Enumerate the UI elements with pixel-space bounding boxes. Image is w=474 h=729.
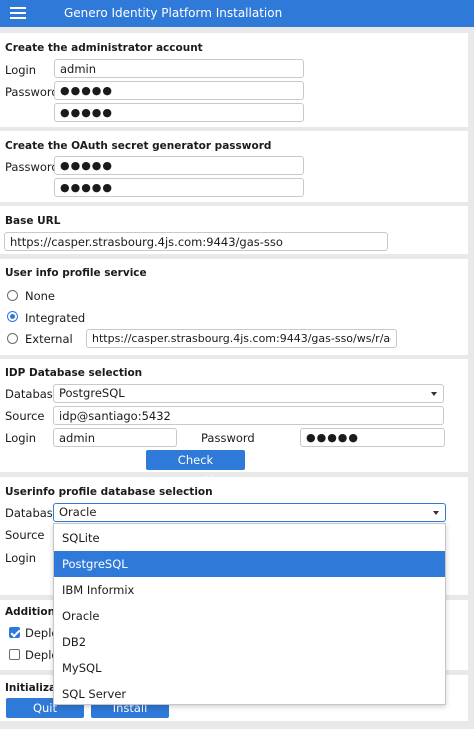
dropdown-option-mysql[interactable]: MySQL (54, 655, 445, 681)
base-url-input[interactable] (4, 232, 388, 251)
dropdown-option-informix[interactable]: IBM Informix (54, 577, 445, 603)
radio-integrated-label: Integrated (25, 311, 86, 325)
idp-source-input[interactable] (53, 406, 444, 425)
oauth-section: Create the OAuth secret generator passwo… (0, 131, 468, 202)
dropdown-option-sqlserver[interactable]: SQL Server (54, 681, 445, 704)
menu-icon[interactable] (10, 7, 26, 20)
user-info-title: User info profile service (5, 267, 147, 279)
oauth-section-title: Create the OAuth secret generator passwo… (5, 140, 272, 152)
dropdown-option-sqlite[interactable]: SQLite (54, 525, 445, 551)
userinfo-database-value: Oracle (59, 505, 97, 519)
admin-login-input[interactable] (54, 59, 304, 78)
admin-login-label: Login (5, 63, 37, 77)
database-dropdown-list: SQLite PostgreSQL IBM Informix Oracle DB… (53, 523, 446, 705)
oauth-password-input[interactable]: ●●●●● (54, 156, 304, 175)
base-url-title: Base URL (5, 215, 61, 227)
idp-password-input[interactable]: ●●●●● (300, 428, 445, 447)
admin-password-confirm-input[interactable]: ●●●●● (54, 103, 304, 122)
admin-password-input[interactable]: ●●●●● (54, 81, 304, 100)
idp-database-select[interactable]: PostgreSQL (53, 384, 444, 403)
dropdown-option-oracle[interactable]: Oracle (54, 603, 445, 629)
admin-password-label: Password (5, 85, 59, 99)
radio-external-label: External (25, 332, 73, 346)
dropdown-option-db2[interactable]: DB2 (54, 629, 445, 655)
radio-external[interactable] (7, 333, 18, 344)
app-title: Genero Identity Platform Installation (64, 6, 283, 20)
userinfo-database-label: Database (5, 506, 60, 520)
idp-database-value: PostgreSQL (59, 386, 125, 400)
userinfo-database-select[interactable]: Oracle (53, 503, 446, 522)
admin-section: Create the administrator account Login P… (0, 33, 468, 127)
idp-db-section: IDP Database selection Database PostgreS… (0, 359, 468, 487)
oauth-password-confirm-input[interactable]: ●●●●● (54, 178, 304, 197)
external-url-input[interactable] (86, 329, 397, 348)
deploy-checkbox-1[interactable] (9, 627, 20, 638)
radio-none-label: None (25, 289, 56, 303)
dropdown-option-postgresql[interactable]: PostgreSQL (54, 551, 445, 577)
idp-login-input[interactable] (53, 428, 177, 447)
check-connection-button[interactable]: Check connection (146, 450, 245, 487)
idp-password-label: Password (201, 431, 255, 445)
userinfo-db-title: Userinfo profile database selection (5, 486, 213, 498)
idp-source-label: Source (5, 409, 45, 423)
oauth-password-label: Password (5, 160, 59, 174)
radio-none[interactable] (7, 290, 18, 301)
chevron-down-icon (433, 511, 439, 515)
userinfo-login-label: Login (5, 551, 37, 565)
idp-database-label: Database (5, 387, 60, 401)
title-bar: Genero Identity Platform Installation (0, 0, 474, 27)
idp-db-title: IDP Database selection (5, 367, 143, 379)
chevron-down-icon (431, 392, 437, 396)
idp-login-label: Login (5, 431, 37, 445)
userinfo-source-label: Source (5, 528, 45, 542)
admin-section-title: Create the administrator account (5, 42, 203, 54)
base-url-section: Base URL (0, 206, 468, 254)
deploy-checkbox-2[interactable] (9, 649, 20, 660)
radio-integrated[interactable] (7, 311, 18, 322)
user-info-section: User info profile service None Integrate… (0, 259, 468, 355)
